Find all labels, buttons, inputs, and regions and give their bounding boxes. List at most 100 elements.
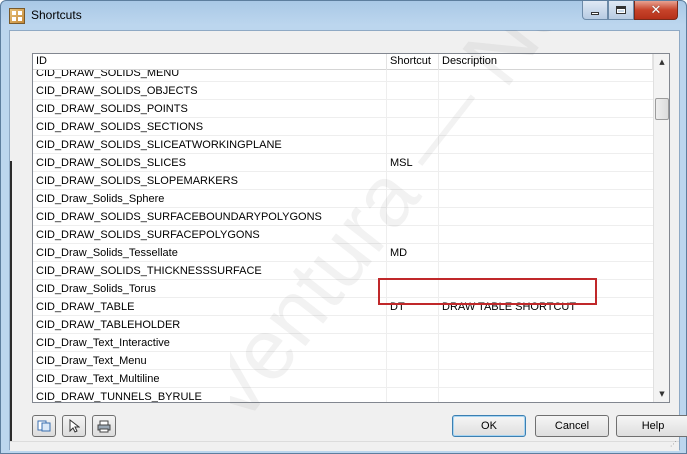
row-id-cell: CID_DRAW_SOLIDS_SLICEATWORKINGPLANE [33, 136, 387, 154]
row-shortcut-cell [387, 136, 439, 154]
row-id-cell: CID_Draw_Solids_Sphere [33, 190, 387, 208]
row-id-cell: CID_DRAW_SOLIDS_SURFACEBOUNDARYPOLYGONS [33, 208, 387, 226]
row-shortcut-cell [387, 172, 439, 190]
table-row[interactable]: CID_DRAW_TABLEHOLDER [33, 316, 653, 334]
column-header-description[interactable]: Description [439, 54, 653, 70]
row-description-cell [439, 190, 653, 208]
caption-buttons: ✕ [582, 1, 678, 21]
column-header-shortcut[interactable]: Shortcut [387, 54, 439, 70]
minimize-icon [591, 11, 599, 15]
list-header: ID Shortcut Description [33, 54, 653, 70]
row-shortcut-cell [387, 316, 439, 334]
row-id-cell: CID_DRAW_SOLIDS_SURFACEPOLYGONS [33, 226, 387, 244]
row-id-cell: CID_DRAW_SOLIDS_POINTS [33, 100, 387, 118]
row-shortcut-cell: DT [387, 298, 439, 316]
table-row[interactable]: CID_DRAW_SOLIDS_SURFACEPOLYGONS [33, 226, 653, 244]
row-shortcut-cell: MSL [387, 154, 439, 172]
row-shortcut-cell [387, 82, 439, 100]
help-button[interactable]: Help [616, 415, 687, 437]
maximize-button[interactable] [608, 1, 634, 20]
row-shortcut-cell [387, 352, 439, 370]
dialog-body: CID_DRAW_SOLIDS_MENU CID_DRAW_SOLIDS_OBJE… [9, 30, 687, 451]
table-row[interactable]: CID_DRAW_TABLE DT DRAW TABLE SHORTCUT [33, 298, 653, 316]
table-row[interactable]: CID_DRAW_SOLIDS_SURFACEBOUNDARYPOLYGONS [33, 208, 653, 226]
row-description-cell [439, 100, 653, 118]
row-id-cell: CID_DRAW_TABLE [33, 298, 387, 316]
row-description-cell [439, 136, 653, 154]
table-row[interactable]: CID_DRAW_SOLIDS_OBJECTS [33, 82, 653, 100]
table-row[interactable]: CID_Draw_Solids_Torus [33, 280, 653, 298]
row-id-cell: CID_Draw_Solids_Torus [33, 280, 387, 298]
row-shortcut-cell [387, 226, 439, 244]
table-row[interactable]: CID_DRAW_SOLIDS_SLOPEMARKERS [33, 172, 653, 190]
window-edge [10, 161, 12, 451]
row-id-cell: CID_Draw_Solids_Tessellate [33, 244, 387, 262]
list-rows: CID_DRAW_SOLIDS_MENU CID_DRAW_SOLIDS_OBJE… [33, 64, 653, 402]
shortcuts-list[interactable]: CID_DRAW_SOLIDS_MENU CID_DRAW_SOLIDS_OBJE… [32, 53, 670, 403]
print-icon [97, 420, 111, 432]
resize-grip-icon[interactable]: ⋰ [667, 441, 677, 450]
table-row[interactable]: CID_Draw_Text_Interactive [33, 334, 653, 352]
row-id-cell: CID_DRAW_SOLIDS_THICKNESSSURFACE [33, 262, 387, 280]
table-row[interactable]: CID_DRAW_SOLIDS_SLICES MSL [33, 154, 653, 172]
row-shortcut-cell [387, 370, 439, 388]
close-button[interactable]: ✕ [634, 1, 678, 20]
title-bar[interactable]: Shortcuts ✕ [1, 1, 686, 29]
table-row[interactable]: CID_DRAW_SOLIDS_SLICEATWORKINGPLANE [33, 136, 653, 154]
scroll-up-icon[interactable]: ▲ [654, 54, 669, 70]
row-id-cell: CID_DRAW_SOLIDS_SLOPEMARKERS [33, 172, 387, 190]
copy-icon [37, 420, 51, 432]
row-id-cell: CID_Draw_Text_Menu [33, 352, 387, 370]
row-shortcut-cell: MD [387, 244, 439, 262]
row-description-cell [439, 226, 653, 244]
row-description-cell [439, 370, 653, 388]
row-description-cell [439, 388, 653, 402]
scroll-down-icon[interactable]: ▼ [654, 386, 669, 402]
row-description-cell [439, 118, 653, 136]
print-button[interactable] [92, 415, 116, 437]
row-id-cell: CID_DRAW_TUNNELS_BYRULE [33, 388, 387, 402]
row-id-cell: CID_DRAW_SOLIDS_OBJECTS [33, 82, 387, 100]
row-shortcut-cell [387, 208, 439, 226]
table-row[interactable]: CID_DRAW_SOLIDS_SECTIONS [33, 118, 653, 136]
row-id-cell: CID_Draw_Text_Interactive [33, 334, 387, 352]
pointer-icon [69, 419, 80, 433]
ok-button[interactable]: OK [452, 415, 526, 437]
row-shortcut-cell [387, 262, 439, 280]
table-row[interactable]: CID_DRAW_TUNNELS_BYRULE [33, 388, 653, 402]
shortcuts-window: Shortcuts ✕ CID_DRAW_SOLIDS_MENU CID_DRAW… [0, 0, 687, 454]
status-bar: ⋰ [10, 441, 679, 451]
vertical-scrollbar[interactable]: ▲ ▼ [653, 54, 669, 402]
app-icon [9, 8, 25, 24]
cancel-button[interactable]: Cancel [535, 415, 609, 437]
row-shortcut-cell [387, 334, 439, 352]
table-row[interactable]: CID_Draw_Solids_Tessellate MD [33, 244, 653, 262]
row-description-cell [439, 352, 653, 370]
close-icon: ✕ [650, 2, 662, 18]
row-shortcut-cell [387, 118, 439, 136]
row-shortcut-cell [387, 190, 439, 208]
table-row[interactable]: CID_DRAW_SOLIDS_POINTS [33, 100, 653, 118]
row-description-cell [439, 154, 653, 172]
window-title: Shortcuts [31, 8, 82, 22]
column-header-id[interactable]: ID [33, 54, 387, 70]
row-description-cell [439, 334, 653, 352]
minimize-button[interactable] [582, 1, 608, 20]
table-row[interactable]: CID_Draw_Text_Multiline [33, 370, 653, 388]
scrollbar-thumb[interactable] [655, 98, 669, 120]
row-shortcut-cell [387, 100, 439, 118]
maximize-icon [616, 6, 626, 14]
pointer-button[interactable] [62, 415, 86, 437]
row-description-cell [439, 316, 653, 334]
copy-button[interactable] [32, 415, 56, 437]
row-id-cell: CID_DRAW_TABLEHOLDER [33, 316, 387, 334]
row-shortcut-cell [387, 388, 439, 402]
row-description-cell [439, 208, 653, 226]
row-description-cell: DRAW TABLE SHORTCUT [442, 301, 577, 313]
row-description-cell [439, 82, 653, 100]
row-description-cell [439, 262, 653, 280]
table-row[interactable]: CID_Draw_Solids_Sphere [33, 190, 653, 208]
table-row[interactable]: CID_DRAW_SOLIDS_THICKNESSSURFACE [33, 262, 653, 280]
table-row[interactable]: CID_Draw_Text_Menu [33, 352, 653, 370]
row-description-cell [439, 244, 653, 262]
